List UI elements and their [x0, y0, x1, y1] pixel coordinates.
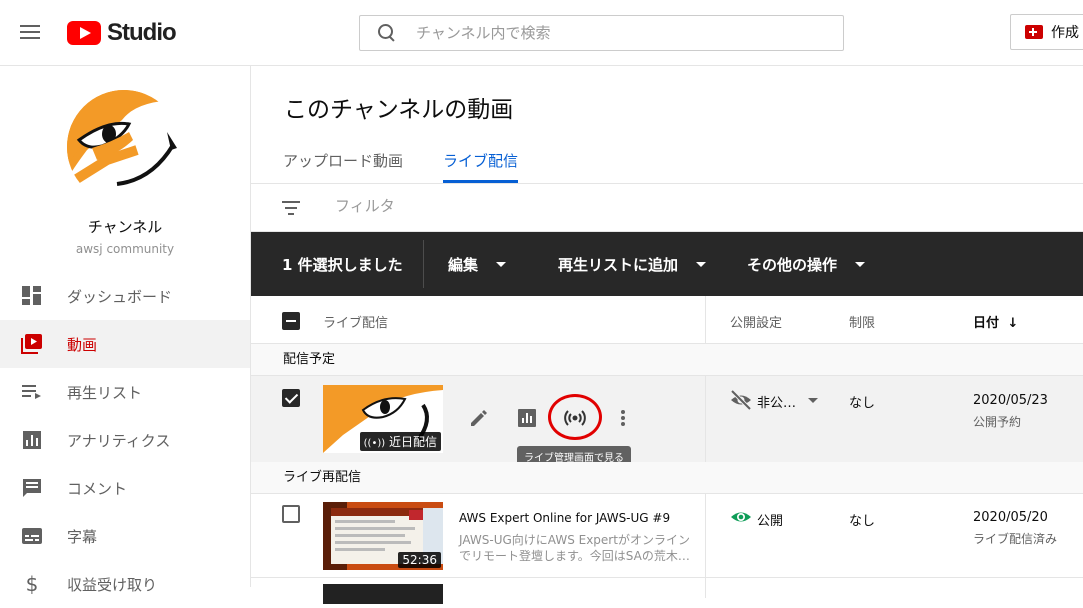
annotation-highlight-circle [548, 394, 602, 440]
channel-avatar[interactable] [67, 90, 181, 204]
visibility-dropdown-icon[interactable] [808, 398, 818, 403]
channel-name: チャンネル [87, 218, 163, 236]
sidebar: チャンネル awsj community ダッシュボード 動画 再生リスト アナ… [0, 66, 251, 595]
column-visibility[interactable]: 公開設定 [730, 312, 782, 331]
filter-bar [251, 184, 1083, 232]
youtube-logo-icon [67, 21, 101, 45]
sidebar-item-label: 字幕 [67, 527, 98, 546]
filter-input[interactable] [335, 197, 635, 215]
page-title: このチャンネルの動画 [284, 97, 514, 123]
sidebar-item-label: 動画 [67, 335, 98, 354]
bulk-action-bar: 1 件選択しました 編集 再生リストに追加 その他の操作 [251, 232, 1083, 296]
eye-off-icon [729, 388, 753, 412]
youtube-studio-logo[interactable]: Studio [67, 19, 177, 46]
search-input[interactable] [416, 24, 816, 42]
sidebar-item-label: 再生リスト [67, 383, 143, 402]
analytics-icon[interactable] [515, 406, 539, 430]
dashboard-icon [21, 285, 43, 307]
duration-badge: 52:36 [398, 552, 441, 568]
column-video[interactable]: ライブ配信 [323, 312, 388, 331]
video-description-line2: でリモート登壇します。今回はSAの荒木… [459, 549, 690, 563]
search-box[interactable] [359, 15, 844, 51]
sidebar-item-label: アナリティクス [67, 431, 171, 450]
select-all-checkbox[interactable] [282, 312, 300, 330]
row-checkbox[interactable] [282, 389, 300, 407]
sidebar-item-monetization[interactable]: $ 収益受け取り [0, 560, 250, 608]
menu-icon[interactable] [20, 22, 42, 42]
sidebar-item-label: ダッシュボード [67, 287, 173, 306]
visibility-value[interactable]: 公開 [757, 510, 783, 529]
eye-icon [729, 505, 753, 529]
date-status: 公開予約 [973, 415, 1022, 429]
sort-arrow-down-icon: ↓ [1007, 316, 1019, 331]
visibility-value[interactable]: 非公… [757, 392, 796, 411]
sidebar-item-subtitles[interactable]: 字幕 [0, 512, 250, 560]
selection-count: 1 件選択しました [282, 256, 403, 274]
analytics-icon [21, 429, 43, 451]
table-row[interactable] [251, 578, 1083, 604]
more-actions-button[interactable]: その他の操作 [747, 254, 866, 275]
action-divider [423, 240, 424, 288]
playlist-icon [21, 381, 43, 403]
tab-uploads[interactable]: アップロード動画 [283, 150, 403, 171]
comment-icon [21, 477, 43, 499]
restriction-value: なし [849, 396, 876, 411]
edit-pencil-icon[interactable] [467, 406, 491, 430]
logo-text: Studio [107, 19, 177, 46]
video-title[interactable]: AWS Expert Online for JAWS-UG #9 [459, 511, 670, 525]
sidebar-item-comments[interactable]: コメント [0, 464, 250, 512]
sidebar-item-label: コメント [67, 479, 128, 498]
table-row[interactable]: 52:36 AWS Expert Online for JAWS-UG #9 J… [251, 494, 1083, 578]
video-description-line1: JAWS-UG向けにAWS Expertがオンライン [459, 533, 690, 547]
top-bar: Studio 作成 [0, 0, 1083, 66]
sidebar-item-videos[interactable]: 動画 [0, 320, 250, 368]
upcoming-badge-label: 近日配信 [388, 435, 437, 449]
video-thumbnail[interactable]: 52:36 [323, 502, 443, 570]
main-content: このチャンネルの動画 アップロード動画 ライブ配信 1 件選択しました 編集 再… [251, 66, 1083, 604]
column-date-label: 日付 [973, 316, 1000, 331]
video-icon [21, 333, 43, 355]
add-to-playlist-label: 再生リストに追加 [558, 256, 679, 274]
edit-button-label: 編集 [448, 256, 479, 274]
dollar-icon: $ [25, 572, 39, 596]
create-button-label: 作成 [1051, 25, 1079, 41]
subtitles-icon [21, 525, 43, 547]
add-to-playlist-button[interactable]: 再生リストに追加 [558, 254, 707, 275]
column-divider [705, 376, 706, 463]
row-checkbox[interactable] [282, 505, 300, 523]
more-actions-label: その他の操作 [747, 256, 838, 274]
section-live-replays: ライブ再配信 [251, 462, 1083, 494]
section-upcoming: 配信予定 [251, 344, 1083, 376]
channel-handle: awsj community [75, 242, 175, 256]
chevron-down-icon [696, 262, 707, 267]
tab-live[interactable]: ライブ配信 [443, 150, 518, 171]
column-divider [705, 578, 706, 598]
sidebar-item-analytics[interactable]: アナリティクス [0, 416, 250, 464]
create-button[interactable]: 作成 [1010, 14, 1083, 50]
column-restrictions[interactable]: 制限 [849, 312, 875, 331]
chevron-down-icon [855, 262, 866, 267]
column-divider [705, 296, 706, 344]
live-icon: ((•)) [363, 438, 386, 449]
edit-button[interactable]: 編集 [448, 254, 507, 275]
date-value: 2020/05/23 [973, 393, 1048, 408]
date-value: 2020/05/20 [973, 510, 1048, 525]
sidebar-item-dashboard[interactable]: ダッシュボード [0, 272, 250, 320]
table-row[interactable]: ((•)) 近日配信 ライブ管理画面で見る 非公… なし 2020/05/23 … [251, 376, 1083, 467]
sidebar-item-playlists[interactable]: 再生リスト [0, 368, 250, 416]
chevron-down-icon [496, 262, 507, 267]
video-thumbnail[interactable] [323, 584, 443, 604]
video-thumbnail[interactable]: ((•)) 近日配信 [323, 385, 443, 453]
restriction-value: なし [849, 514, 876, 529]
upcoming-badge: ((•)) 近日配信 [359, 432, 441, 451]
filter-icon[interactable] [282, 201, 300, 215]
date-status: ライブ配信済み [973, 532, 1058, 546]
search-icon[interactable] [376, 23, 396, 43]
create-video-icon [1025, 25, 1043, 39]
column-date[interactable]: 日付 ↓ [973, 312, 1018, 331]
table-header: ライブ配信 公開設定 制限 日付 ↓ [251, 296, 1083, 344]
column-divider [705, 494, 706, 578]
more-vert-icon[interactable] [611, 406, 635, 430]
sidebar-item-label: 収益受け取り [67, 575, 158, 594]
